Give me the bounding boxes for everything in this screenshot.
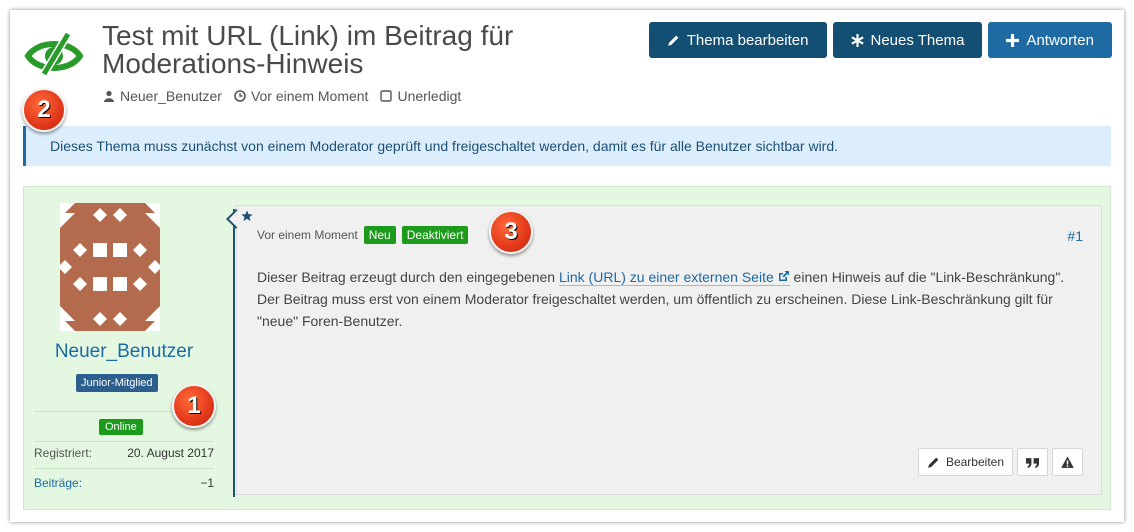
quote-icon [1026,457,1039,468]
user-name-link[interactable]: Neuer_Benutzer [24,341,224,363]
eye-slash-logo-icon [24,31,84,77]
report-button[interactable] [1052,448,1083,476]
post-actions: Bearbeiten [917,448,1083,476]
divider [34,441,214,442]
thread-title: Test mit URL (Link) im Beitrag für Moder… [102,20,514,79]
post-connector-line [233,209,235,497]
clock-icon [234,90,246,102]
online-badge: Online [99,419,143,435]
post-number-link[interactable]: #1 [1067,228,1083,244]
thread-meta: Neuer_Benutzer Vor einem Moment Unerledi… [103,88,461,104]
thread-time: Vor einem Moment [234,88,368,104]
thread-author[interactable]: Neuer_Benutzer [103,88,222,104]
registered-stat: Registriert: 20. August 2017 [34,446,214,460]
square-icon [380,90,393,102]
pencil-icon [928,457,939,468]
pencil-icon [667,35,679,46]
moderation-notice: Dieses Thema muss zunächst von einem Mod… [23,126,1111,166]
divider [34,468,214,469]
post-time[interactable]: Vor einem Moment [257,228,358,242]
label-disabled: Deaktiviert [401,226,469,244]
plus-icon [1006,33,1020,47]
edit-thread-button[interactable]: Thema bearbeiten [648,22,827,58]
reply-button[interactable]: Antworten [988,22,1112,58]
post-body: Dieser Beitrag erzeugt durch den eingege… [257,269,1065,329]
quote-button[interactable] [1017,448,1048,476]
post-meta: Vor einem Moment Neu Deaktiviert [257,226,469,244]
warning-icon [1061,456,1074,468]
marker-3: 3 [489,210,533,254]
asterisk-icon [850,33,864,47]
post-content: Vor einem Moment Neu Deaktiviert 3 #1 Di… [226,205,1102,495]
posts-link[interactable]: Beiträge: [34,476,82,490]
user-icon [104,90,114,102]
thread-actions: Thema bearbeiten Neues Thema Antworten [648,22,1112,58]
star-icon [241,210,253,221]
external-link-icon [778,271,789,281]
marker-1: 1 [172,384,216,428]
thread-status: Unerledigt [380,88,461,104]
new-thread-button[interactable]: Neues Thema [832,22,983,58]
post-container: Neuer_Benutzer Junior-Mitglied Online Re… [23,186,1111,510]
marker-2: 2 [22,88,66,132]
user-avatar[interactable] [60,203,160,331]
user-rank-badge: Junior-Mitglied [76,374,158,392]
label-new: Neu [363,226,396,244]
edit-post-button[interactable]: Bearbeiten [917,448,1013,476]
external-link[interactable]: Link (URL) zu einer externen Seite [558,269,790,286]
posts-stat: Beiträge: −1 [34,476,214,490]
